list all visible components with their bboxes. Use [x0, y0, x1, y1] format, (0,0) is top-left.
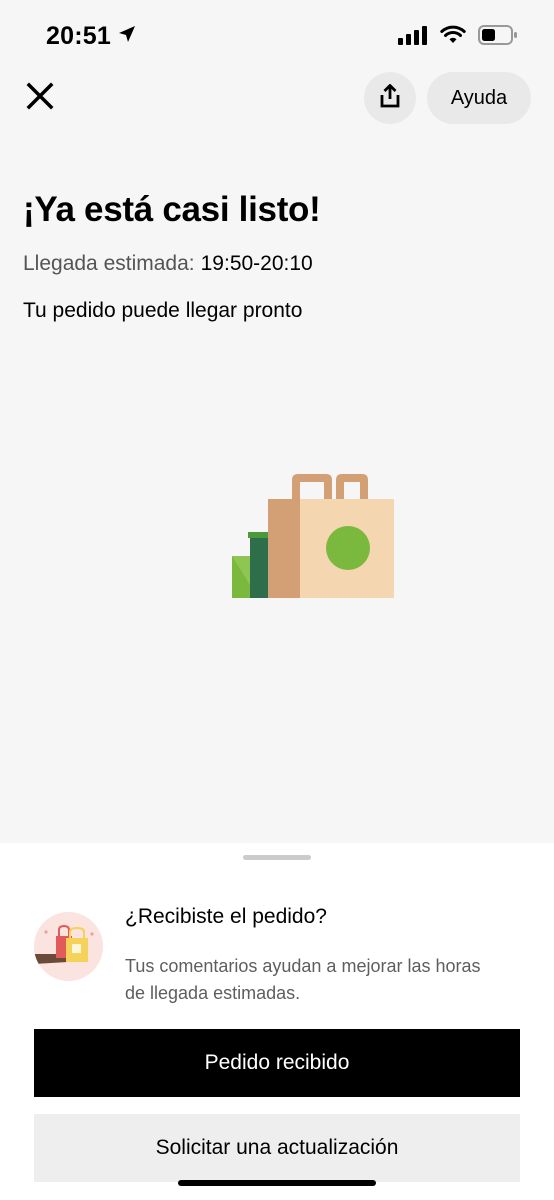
battery-icon: [478, 24, 518, 51]
close-button[interactable]: [20, 78, 60, 118]
cellular-signal-icon: [398, 25, 428, 50]
feedback-sheet: ¿Recibiste el pedido? Tus comentarios ay…: [0, 843, 554, 1200]
grocery-bags-illustration: [230, 470, 400, 600]
location-arrow-icon: [117, 22, 137, 51]
request-update-button[interactable]: Solicitar una actualización: [34, 1114, 520, 1182]
eta-row: Llegada estimada: 19:50-20:10: [23, 252, 313, 276]
help-button-label: Ayuda: [450, 86, 508, 109]
help-button[interactable]: Ayuda: [427, 72, 531, 124]
share-icon: [379, 83, 401, 113]
feedback-description: Tus comentarios ayudan a mejorar las hor…: [125, 956, 481, 1003]
status-bar: 20:51: [0, 0, 554, 72]
order-received-label: Pedido recibido: [204, 1051, 350, 1074]
order-received-button[interactable]: Pedido recibido: [34, 1029, 520, 1097]
shopping-bags-icon: [34, 912, 103, 981]
status-time: 20:51: [46, 22, 137, 51]
wifi-icon: [440, 25, 466, 50]
eta-value: 19:50-20:10: [200, 252, 313, 275]
page-title: ¡Ya está casi listo!: [23, 190, 321, 229]
arrival-subtext: Tu pedido puede llegar pronto: [23, 299, 303, 322]
status-icons: [398, 24, 518, 51]
share-button[interactable]: [364, 72, 416, 124]
status-time-text: 20:51: [46, 22, 111, 50]
sheet-drag-handle[interactable]: [243, 855, 311, 860]
home-indicator: [178, 1180, 376, 1186]
close-icon: [26, 82, 54, 115]
feedback-title: ¿Recibiste el pedido?: [125, 905, 327, 928]
request-update-label: Solicitar una actualización: [155, 1136, 399, 1159]
eta-label: Llegada estimada:: [23, 252, 195, 275]
